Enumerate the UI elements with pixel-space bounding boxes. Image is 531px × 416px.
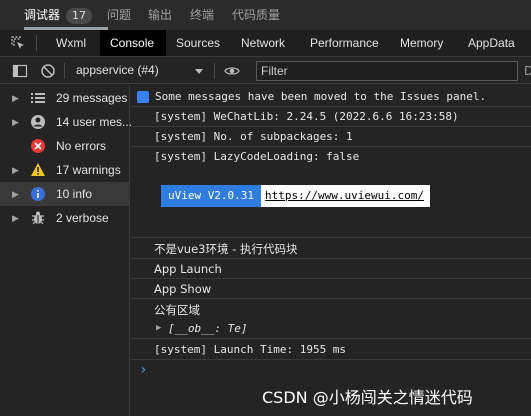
log-text: [system] LazyCodeLoading: false [154, 150, 360, 163]
expand-arrow-icon: ▶ [12, 93, 19, 103]
log-text: App Launch [154, 262, 222, 276]
inspect-element-icon[interactable] [10, 35, 26, 51]
top-tab-bar: 调试器 17 问题 输出 终端 代码质量 [0, 0, 531, 30]
tab-debugger-label: 调试器 [24, 8, 61, 22]
tab-wxml[interactable]: Wxml [56, 30, 86, 56]
debugger-count-badge: 17 [66, 8, 93, 24]
log-text: 公有区域 [154, 303, 200, 317]
tab-issues[interactable]: 问题 [107, 0, 131, 30]
console-sidebar: ▶ 29 messages ▶ 14 user mes... No errors… [0, 85, 133, 416]
expand-arrow-icon: ▶ [12, 189, 19, 199]
eye-icon[interactable] [224, 63, 240, 79]
console-message: App Launch [131, 259, 531, 279]
expand-arrow-icon[interactable]: ▶ [156, 323, 161, 333]
expand-arrow-icon: ▶ [12, 117, 19, 127]
info-icon [137, 91, 149, 103]
sidebar-toggle-icon[interactable] [12, 63, 28, 79]
context-selector[interactable]: appservice (#4) [76, 58, 159, 83]
uview-link-box: https://www.uviewui.com/ [261, 185, 430, 207]
tab-network[interactable]: Network [241, 30, 285, 56]
devtools-panel-tabs: Wxml Console Sources Network Performance… [0, 30, 531, 57]
sidebar-item-label: 2 verbose [56, 211, 109, 225]
object-preview[interactable]: [__ob__: Te] [168, 322, 247, 335]
error-icon [31, 139, 45, 153]
console-message: 不是vue3环境 - 执行代码块 [131, 238, 531, 259]
clear-console-icon[interactable] [40, 63, 56, 79]
console-message: [system] WeChatLib: 2.24.5 (2022.6.6 16:… [131, 107, 531, 127]
sidebar-item-label: 29 messages [56, 91, 128, 105]
log-text: [system] Launch Time: 1955 ms [154, 343, 347, 356]
user-icon [31, 115, 45, 129]
tab-debugger[interactable]: 调试器 17 [24, 0, 93, 30]
chevron-down-icon[interactable] [194, 66, 204, 76]
list-icon [31, 93, 45, 103]
divider [64, 63, 65, 79]
sidebar-item-label: 14 user mes... [56, 115, 133, 129]
bug-icon [32, 211, 44, 225]
tab-memory[interactable]: Memory [400, 30, 443, 56]
filter-input[interactable]: Filter [256, 61, 518, 81]
console-message: [system] Launch Time: 1955 ms [131, 339, 531, 360]
sidebar-item-label: 10 info [56, 187, 93, 201]
log-text: App Show [154, 282, 212, 296]
sidebar-item-user-messages[interactable]: ▶ 14 user mes... [0, 110, 133, 134]
console-message: [system] No. of subpackages: 1 [131, 127, 531, 147]
console-message: App Show [131, 279, 531, 299]
default-levels-edge[interactable]: D [524, 64, 531, 78]
tab-output[interactable]: 输出 [148, 0, 172, 30]
sidebar-item-verbose[interactable]: ▶ 2 verbose [0, 206, 129, 230]
tab-appdata[interactable]: AppData [468, 30, 515, 56]
prompt-chevron-icon: › [139, 362, 148, 378]
tab-performance[interactable]: Performance [310, 30, 379, 56]
log-text: [system] No. of subpackages: 1 [154, 130, 353, 143]
sidebar-item-errors[interactable]: No errors [0, 134, 129, 158]
warning-icon [31, 163, 45, 176]
tab-terminal[interactable]: 终端 [190, 0, 214, 30]
info-icon [31, 187, 45, 201]
divider [36, 35, 37, 51]
tab-console[interactable]: Console [100, 30, 166, 56]
divider [214, 63, 215, 79]
sidebar-item-label: No errors [56, 139, 107, 153]
log-text: [system] WeChatLib: 2.24.5 (2022.6.6 16:… [154, 110, 459, 123]
expand-arrow-icon: ▶ [12, 165, 19, 175]
tab-code-quality[interactable]: 代码质量 [232, 0, 280, 30]
context-selector-value: appservice (#4) [76, 63, 159, 77]
console-toolbar: appservice (#4) Filter D [0, 58, 531, 84]
console-message: Some messages have been moved to the Iss… [131, 85, 531, 107]
uview-version-badge: uView V2.0.31 [161, 185, 261, 207]
tab-sources[interactable]: Sources [176, 30, 220, 56]
log-text: 不是vue3环境 - 执行代码块 [154, 242, 298, 256]
filter-placeholder: Filter [261, 64, 288, 78]
sidebar-item-warnings[interactable]: ▶ 17 warnings [0, 158, 129, 182]
sidebar-item-info[interactable]: ▶ 10 info [0, 182, 129, 206]
sidebar-item-label: 17 warnings [56, 163, 121, 177]
moved-notice-text: Some messages have been moved to the Iss… [155, 90, 487, 103]
uview-link[interactable]: https://www.uviewui.com/ [265, 185, 424, 207]
watermark: CSDN @小杨闯关之情迷代码 [262, 388, 473, 407]
expand-arrow-icon: ▶ [12, 213, 19, 223]
console-prompt[interactable]: › [131, 360, 531, 382]
sidebar-item-messages[interactable]: ▶ 29 messages [0, 86, 129, 110]
console-output: Some messages have been moved to the Iss… [131, 85, 531, 416]
console-message: 公有区域 ▶ [__ob__: Te] [131, 299, 531, 339]
